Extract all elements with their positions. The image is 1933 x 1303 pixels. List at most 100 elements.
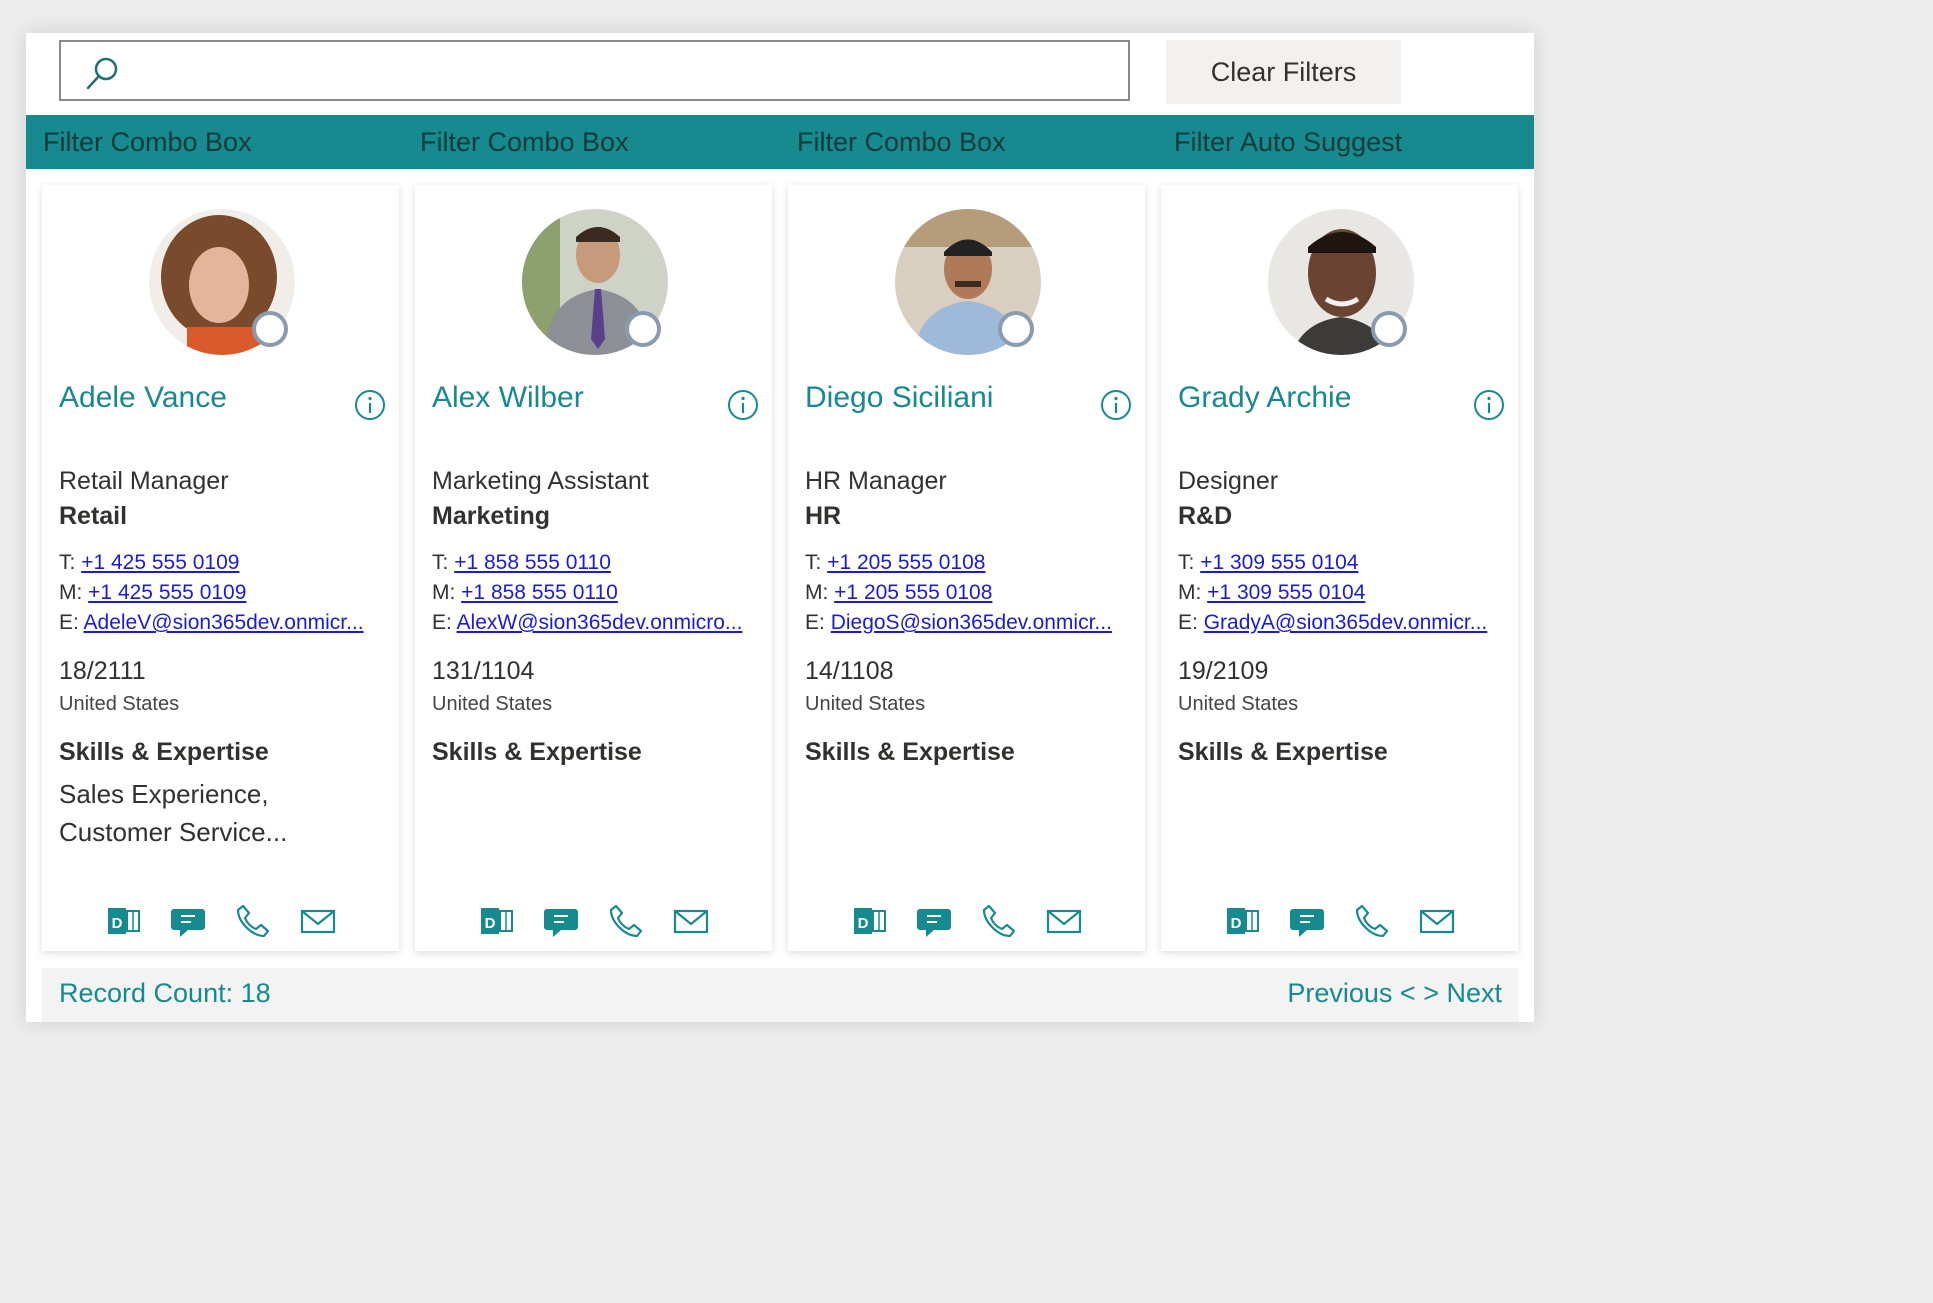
- phone-label: T:: [432, 551, 449, 574]
- mail-icon[interactable]: [300, 903, 336, 939]
- person-card: Diego Siciliani HR Manager HR T: +1 205 …: [788, 185, 1145, 951]
- mobile-row: M: +1 425 555 0109: [59, 581, 379, 605]
- country: United States: [432, 693, 553, 715]
- avatar[interactable]: [147, 207, 297, 357]
- email-label: E:: [59, 611, 79, 634]
- phone-label: T:: [805, 551, 822, 574]
- skills-heading: Skills & Expertise: [432, 738, 642, 766]
- delve-icon[interactable]: D: [852, 903, 888, 939]
- presence-icon: [252, 311, 288, 347]
- phone-link[interactable]: +1 858 555 0110: [454, 551, 611, 574]
- delve-icon[interactable]: D: [1225, 903, 1261, 939]
- mail-icon[interactable]: [673, 903, 709, 939]
- job-title: Designer: [1178, 467, 1279, 495]
- mobile-label: M:: [805, 581, 829, 604]
- mobile-row: M: +1 309 555 0104: [1178, 581, 1498, 605]
- mobile-link[interactable]: +1 205 555 0108: [834, 581, 992, 604]
- email-label: E:: [805, 611, 825, 634]
- presence-icon: [998, 311, 1034, 347]
- skills-text: Sales Experience, Customer Service...: [59, 779, 288, 847]
- mobile-label: M:: [1178, 581, 1202, 604]
- phone-link[interactable]: +1 425 555 0109: [81, 551, 239, 574]
- card-actions: D: [106, 903, 346, 939]
- info-icon[interactable]: [1100, 389, 1132, 421]
- office-location: 14/1108: [805, 657, 894, 685]
- card-actions: D: [479, 903, 719, 939]
- filter-bar: Filter Combo Box Filter Combo Box Filter…: [26, 115, 1534, 169]
- email-label: E:: [1178, 611, 1198, 634]
- filter-combo-box-2[interactable]: Filter Combo Box: [420, 115, 760, 169]
- info-icon[interactable]: [354, 389, 386, 421]
- skills-heading: Skills & Expertise: [59, 738, 269, 766]
- info-icon[interactable]: [1473, 389, 1505, 421]
- email-row: E: DiegoS@sion365dev.onmicr...: [805, 611, 1125, 635]
- filter-combo-box-1[interactable]: Filter Combo Box: [43, 115, 383, 169]
- phone-link[interactable]: +1 309 555 0104: [1200, 551, 1358, 574]
- mobile-label: M:: [432, 581, 456, 604]
- delve-icon[interactable]: D: [106, 903, 142, 939]
- people-directory-app: Clear Filters Filter Combo Box Filter Co…: [26, 33, 1534, 1022]
- office-location: 18/2111: [59, 657, 146, 685]
- phone-icon[interactable]: [608, 903, 644, 939]
- search-icon: [86, 57, 118, 90]
- person-card: Grady Archie Designer R&D T: +1 309 555 …: [1161, 185, 1518, 951]
- next-button[interactable]: > Next: [1423, 978, 1502, 1008]
- department: Marketing: [432, 502, 551, 530]
- svg-text:D: D: [485, 915, 496, 932]
- svg-text:D: D: [1231, 915, 1242, 932]
- email-row: E: AlexW@sion365dev.onmicro...: [432, 611, 752, 635]
- email-link[interactable]: AdeleV@sion365dev.onmicr...: [84, 611, 364, 634]
- country: United States: [1178, 693, 1299, 715]
- phone-icon[interactable]: [235, 903, 271, 939]
- mobile-link[interactable]: +1 309 555 0104: [1207, 581, 1365, 604]
- svg-text:D: D: [858, 915, 869, 932]
- person-name[interactable]: Alex Wilber: [432, 381, 584, 415]
- mobile-row: M: +1 205 555 0108: [805, 581, 1125, 605]
- footer-bar: Record Count: 18 Previous < > Next: [42, 968, 1519, 1022]
- email-link[interactable]: AlexW@sion365dev.onmicro...: [457, 611, 743, 634]
- department: R&D: [1178, 502, 1233, 530]
- chat-icon[interactable]: [543, 903, 579, 939]
- mail-icon[interactable]: [1046, 903, 1082, 939]
- filter-auto-suggest[interactable]: Filter Auto Suggest: [1174, 115, 1514, 169]
- person-card: Adele Vance Retail Manager Retail T: +1 …: [42, 185, 399, 951]
- info-icon[interactable]: [727, 389, 759, 421]
- presence-icon: [625, 311, 661, 347]
- email-link[interactable]: GradyA@sion365dev.onmicr...: [1204, 611, 1488, 634]
- filter-combo-box-3[interactable]: Filter Combo Box: [797, 115, 1137, 169]
- phone-icon[interactable]: [1354, 903, 1390, 939]
- phone-label: T:: [59, 551, 76, 574]
- office-location: 19/2109: [1178, 657, 1269, 685]
- chat-icon[interactable]: [170, 903, 206, 939]
- phone-link[interactable]: +1 205 555 0108: [827, 551, 985, 574]
- email-link[interactable]: DiegoS@sion365dev.onmicr...: [831, 611, 1112, 634]
- phone-label: T:: [1178, 551, 1195, 574]
- phone-row: T: +1 309 555 0104: [1178, 551, 1498, 575]
- mobile-link[interactable]: +1 858 555 0110: [461, 581, 618, 604]
- chat-icon[interactable]: [1289, 903, 1325, 939]
- email-label: E:: [432, 611, 452, 634]
- job-title: Marketing Assistant: [432, 467, 649, 495]
- avatar[interactable]: [1266, 207, 1416, 357]
- search-box[interactable]: [59, 40, 1130, 101]
- previous-button[interactable]: Previous <: [1287, 978, 1415, 1008]
- person-name[interactable]: Grady Archie: [1178, 381, 1351, 415]
- person-name[interactable]: Adele Vance: [59, 381, 227, 415]
- phone-row: T: +1 205 555 0108: [805, 551, 1125, 575]
- phone-icon[interactable]: [981, 903, 1017, 939]
- delve-icon[interactable]: D: [479, 903, 515, 939]
- chat-icon[interactable]: [916, 903, 952, 939]
- office-location: 131/1104: [432, 657, 535, 685]
- avatar[interactable]: [893, 207, 1043, 357]
- card-actions: D: [852, 903, 1092, 939]
- job-title: Retail Manager: [59, 467, 229, 495]
- avatar[interactable]: [520, 207, 670, 357]
- mobile-link[interactable]: +1 425 555 0109: [88, 581, 246, 604]
- person-name[interactable]: Diego Siciliani: [805, 381, 993, 415]
- department: Retail: [59, 502, 128, 530]
- search-input[interactable]: [141, 48, 1115, 96]
- mail-icon[interactable]: [1419, 903, 1455, 939]
- country: United States: [805, 693, 926, 715]
- record-count: Record Count: 18: [59, 978, 271, 1008]
- clear-filters-button[interactable]: Clear Filters: [1166, 40, 1401, 104]
